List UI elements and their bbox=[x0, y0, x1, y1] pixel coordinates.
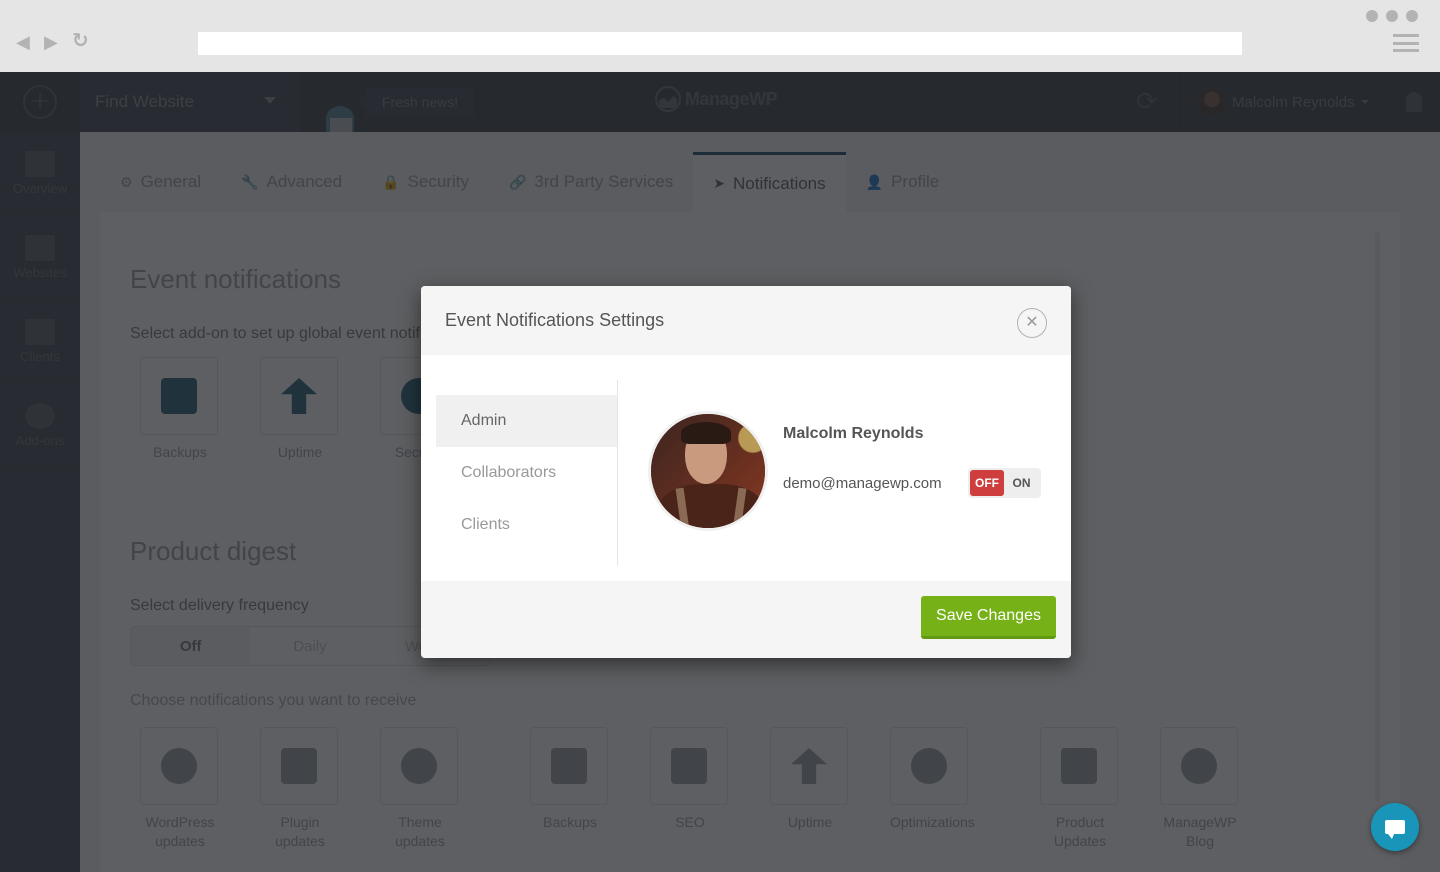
user-email: demo@managewp.com bbox=[783, 475, 942, 492]
save-changes-button[interactable]: Save Changes bbox=[921, 596, 1056, 639]
modal-nav-admin[interactable]: Admin bbox=[436, 395, 617, 447]
window-dots bbox=[1366, 10, 1418, 22]
user-name: Malcolm Reynolds bbox=[783, 425, 924, 442]
modal-nav-clients[interactable]: Clients bbox=[436, 499, 617, 551]
event-notifications-modal: Event Notifications Settings ✕ Admin Col… bbox=[421, 286, 1071, 658]
toggle-on-label[interactable]: ON bbox=[1004, 476, 1039, 490]
close-button[interactable]: ✕ bbox=[1017, 308, 1047, 338]
modal-body: Admin Collaborators Clients Malcolm Reyn… bbox=[421, 355, 1071, 581]
back-arrow-icon[interactable]: ◀ bbox=[16, 34, 30, 52]
chat-bubble-icon bbox=[1385, 820, 1405, 839]
url-bar[interactable] bbox=[198, 32, 1242, 55]
modal-nav-collaborators[interactable]: Collaborators bbox=[436, 447, 617, 499]
modal-title: Event Notifications Settings bbox=[445, 310, 665, 330]
hamburger-icon[interactable] bbox=[1393, 34, 1419, 52]
forward-arrow-icon[interactable]: ▶ bbox=[44, 34, 58, 52]
notification-toggle[interactable]: OFF ON bbox=[968, 468, 1041, 498]
close-circle-icon: ✕ bbox=[1025, 312, 1039, 331]
modal-header: Event Notifications Settings ✕ bbox=[421, 286, 1071, 355]
modal-nav: Admin Collaborators Clients bbox=[436, 380, 618, 566]
user-avatar bbox=[648, 411, 768, 531]
toggle-off-label[interactable]: OFF bbox=[970, 470, 1004, 496]
modal-footer: Save Changes bbox=[421, 581, 1071, 658]
reload-icon[interactable]: ↻ bbox=[72, 30, 89, 50]
chat-button[interactable] bbox=[1371, 803, 1419, 851]
browser-chrome: ◀ ▶ ↻ bbox=[0, 0, 1440, 72]
